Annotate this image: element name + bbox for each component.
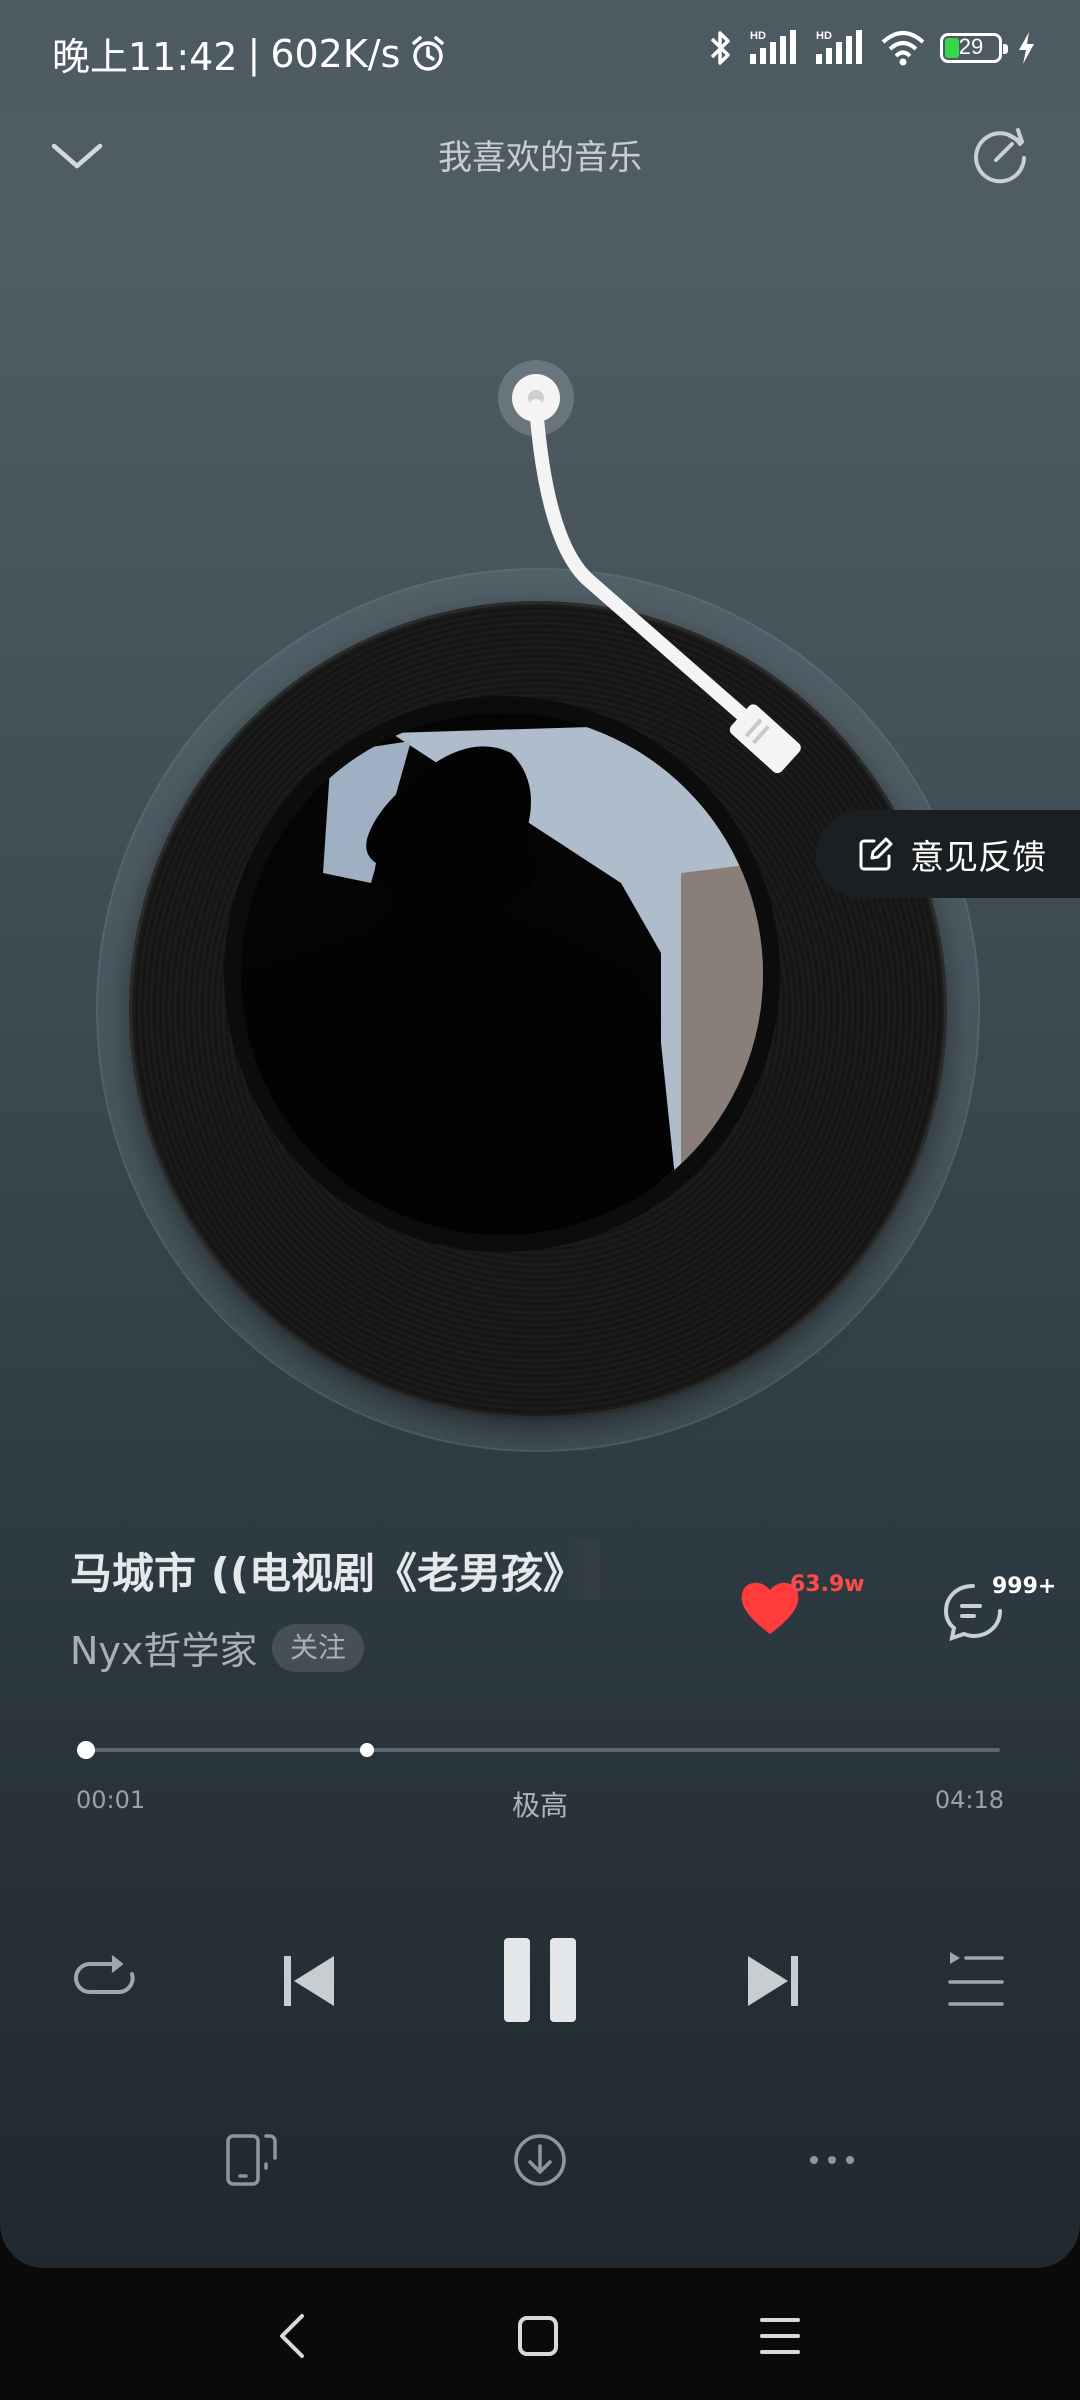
song-title: 马城市 ((电视剧《老男孩》 xyxy=(70,1540,600,1600)
repeat-button[interactable] xyxy=(72,1940,138,2022)
download-button[interactable] xyxy=(510,2130,570,2194)
download-icon xyxy=(514,2134,566,2186)
turntable[interactable] xyxy=(96,360,980,1452)
follow-button[interactable]: 关注 xyxy=(272,1624,364,1672)
next-button[interactable] xyxy=(742,1940,802,2022)
feedback-label: 意见反馈 xyxy=(910,837,1046,878)
quality-button[interactable]: 极高 xyxy=(0,1784,1080,1824)
svg-text:HD: HD xyxy=(816,30,832,42)
refresh-icon xyxy=(974,128,1026,184)
feedback-button[interactable]: 意见反馈 xyxy=(816,810,1080,898)
like-count: 63.9w xyxy=(790,1572,865,1597)
device-button[interactable] xyxy=(224,2130,280,2194)
bluetooth-icon xyxy=(710,31,730,65)
signal-hd-icon: HD xyxy=(750,30,796,64)
status-right: HD HD 29 xyxy=(708,28,1036,68)
menu-icon xyxy=(760,2318,800,2354)
status-separator: | xyxy=(247,31,261,76)
next-icon xyxy=(748,1956,798,2006)
system-nav-bar xyxy=(0,2268,1080,2400)
tonearm xyxy=(498,360,801,774)
back-icon xyxy=(280,2314,304,2358)
repeat-icon xyxy=(74,1955,135,1994)
nav-recents-button[interactable] xyxy=(752,2308,808,2368)
home-icon xyxy=(518,2316,558,2356)
total-time: 04:18 xyxy=(934,1786,1004,1814)
previous-icon xyxy=(284,1956,334,2006)
status-left: 晚上11:42 | 602K/s xyxy=(52,26,448,81)
more-button[interactable] xyxy=(806,2130,858,2194)
comment-count: 999+ xyxy=(992,1574,1057,1599)
status-bar: 晚上11:42 | 602K/s HD HD 29 xyxy=(0,0,1080,100)
wifi-icon xyxy=(881,31,925,66)
top-bar: 我喜欢的音乐 xyxy=(0,110,1080,200)
progress-bar[interactable] xyxy=(76,1741,1000,1759)
battery-level: 29 xyxy=(958,34,984,59)
svg-text:HD: HD xyxy=(750,30,766,42)
previous-button[interactable] xyxy=(280,1940,340,2022)
pause-icon xyxy=(504,1938,576,2022)
progress-knob[interactable] xyxy=(76,1741,95,1759)
charging-icon xyxy=(1019,32,1034,64)
artist-name[interactable]: Nyx哲学家 xyxy=(70,1620,257,1675)
buffer-marker xyxy=(359,1743,374,1757)
device-icon xyxy=(226,2134,277,2186)
player-screen: 晚上11:42 | 602K/s HD HD 29 我喜欢的音乐 意见反馈 马城… xyxy=(0,0,1080,2268)
playlist-icon xyxy=(948,1952,1004,2006)
edit-icon xyxy=(859,837,893,871)
playlist-title: 我喜欢的音乐 xyxy=(438,138,642,178)
battery-icon: 29 xyxy=(940,33,1008,63)
alarm-icon xyxy=(412,35,445,71)
status-time: 晚上11:42 xyxy=(52,35,238,79)
playlist-button[interactable] xyxy=(946,1940,1006,2022)
nav-home-button[interactable] xyxy=(510,2308,566,2368)
nav-back-button[interactable] xyxy=(268,2308,318,2368)
status-network-speed: 602K/s xyxy=(270,31,401,76)
more-icon xyxy=(810,2156,854,2164)
pause-button[interactable] xyxy=(500,1930,580,2030)
share-button[interactable] xyxy=(966,120,1036,190)
signal-hd-icon: HD xyxy=(816,30,862,64)
